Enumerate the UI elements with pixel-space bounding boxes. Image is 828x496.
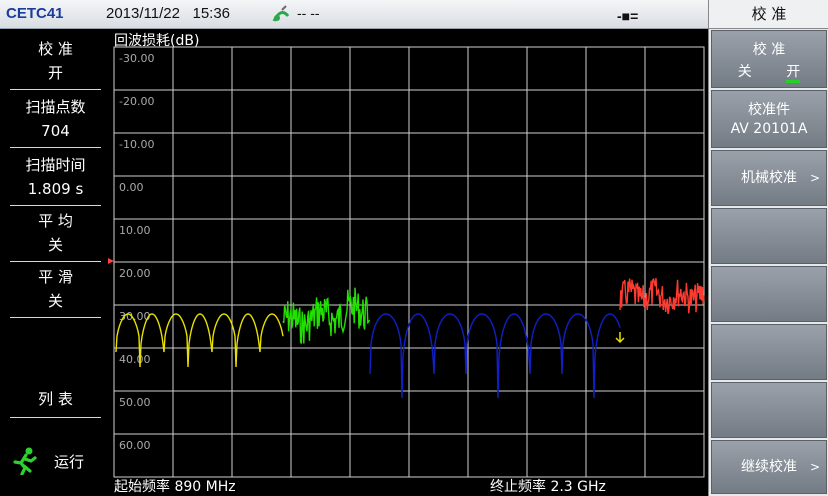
left-item-label: 平 均 bbox=[38, 212, 73, 230]
time-text: 15:36 bbox=[192, 5, 231, 22]
run-label: 运行 bbox=[54, 453, 85, 471]
cal-kit-value: AV 20101A bbox=[730, 121, 808, 137]
continue-cal-button[interactable]: 继续校准 > bbox=[711, 440, 827, 494]
signal-text: -- -- bbox=[297, 5, 320, 21]
left-panel: 校 准 开 扫描点数 704 扫描时间 1.809 s 平 均 关 平 滑 关 … bbox=[0, 29, 108, 496]
left-item-smoothing[interactable]: 平 滑 关 bbox=[10, 265, 101, 318]
run-button[interactable]: 运行 bbox=[12, 447, 104, 483]
left-item-value: 704 bbox=[41, 122, 70, 140]
plot-traces bbox=[115, 277, 705, 399]
option-off: 关 bbox=[737, 64, 752, 80]
softkey-empty-4[interactable] bbox=[711, 208, 827, 264]
y-tick-label: -30.00 bbox=[119, 52, 154, 65]
marker-arrow-icon bbox=[615, 332, 625, 344]
list-button[interactable]: 列 表 bbox=[10, 387, 101, 418]
y-tick-label: 60.00 bbox=[119, 439, 151, 452]
status-bar: CETC41 2013/11/22 15:36 -- -- -■= bbox=[0, 0, 708, 29]
list-label: 列 表 bbox=[38, 390, 73, 408]
trace-blue bbox=[369, 313, 621, 399]
plot-y-ticks: -30.00-20.00-10.000.0010.0020.0030.0040.… bbox=[119, 52, 154, 452]
softkey-empty-7[interactable] bbox=[711, 382, 827, 438]
brand-label: CETC41 bbox=[6, 5, 64, 22]
left-item-label: 平 滑 bbox=[38, 268, 73, 286]
reference-marker-icon bbox=[108, 258, 114, 264]
return-loss-plot: -30.00-20.00-10.000.0010.0020.0030.0040.… bbox=[108, 46, 705, 478]
left-item-average[interactable]: 平 均 关 bbox=[10, 209, 101, 262]
softkey-label: 校 准 bbox=[752, 42, 786, 58]
running-man-icon bbox=[13, 447, 37, 475]
cal-kit-button[interactable]: 校准件 AV 20101A bbox=[711, 90, 827, 148]
y-tick-label: 40.00 bbox=[119, 353, 151, 366]
plot-grid bbox=[113, 46, 705, 478]
left-item-sweep-time[interactable]: 扫描时间 1.809 s bbox=[10, 153, 101, 206]
y-tick-label: 20.00 bbox=[119, 267, 151, 280]
submenu-arrow-icon: > bbox=[809, 460, 820, 474]
softkey-label: 机械校准 bbox=[741, 170, 797, 186]
y-tick-label: -10.00 bbox=[119, 138, 154, 151]
softkey-label: 校准件 bbox=[748, 102, 790, 118]
mechanical-cal-button[interactable]: 机械校准 > bbox=[711, 150, 827, 206]
trace-red bbox=[619, 277, 705, 315]
option-on: 开 bbox=[786, 64, 801, 83]
stop-frequency: 终止频率 2.3 GHz bbox=[490, 479, 606, 495]
y-tick-label: 0.00 bbox=[119, 181, 144, 194]
plug-icon: -■= bbox=[617, 8, 639, 24]
left-item-value: 关 bbox=[47, 236, 63, 254]
datetime: 2013/11/22 15:36 bbox=[106, 5, 230, 22]
softkey-panel: 校 准 校 准 关 开 校准件 AV 20101A 机械校准 > 继续校准 > bbox=[708, 0, 828, 496]
left-item-sweep-points[interactable]: 扫描点数 704 bbox=[10, 95, 101, 148]
softkey-label: 继续校准 bbox=[741, 459, 797, 475]
date-text: 2013/11/22 bbox=[106, 5, 180, 22]
softkey-empty-5[interactable] bbox=[711, 266, 827, 322]
left-item-label: 校 准 bbox=[38, 40, 73, 58]
calibration-toggle-button[interactable]: 校 准 关 开 bbox=[711, 30, 827, 88]
left-item-label: 扫描点数 bbox=[25, 98, 86, 116]
left-item-value: 关 bbox=[47, 292, 63, 310]
submenu-arrow-icon: > bbox=[809, 171, 820, 185]
left-item-value: 1.809 s bbox=[27, 180, 84, 198]
signal-icon bbox=[272, 5, 290, 22]
left-item-calibration[interactable]: 校 准 开 bbox=[10, 37, 101, 90]
softkey-header: 校 准 bbox=[709, 0, 828, 29]
y-tick-label: 10.00 bbox=[119, 224, 151, 237]
left-item-value: 开 bbox=[47, 64, 63, 82]
softkey-empty-6[interactable] bbox=[711, 324, 827, 380]
start-frequency: 起始频率 890 MHz bbox=[114, 479, 236, 495]
left-item-label: 扫描时间 bbox=[25, 156, 86, 174]
y-tick-label: -20.00 bbox=[119, 95, 154, 108]
trace-green bbox=[282, 287, 371, 344]
y-tick-label: 50.00 bbox=[119, 396, 151, 409]
